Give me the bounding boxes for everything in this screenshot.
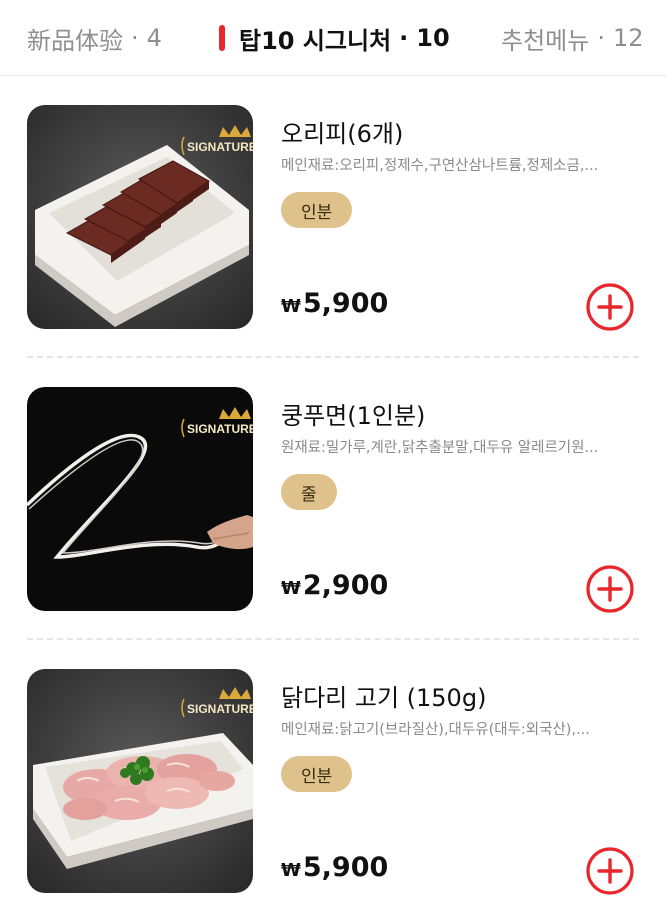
product-ingredients: 메인재료:닭고기(브라질산),대두유(대두:외국산),... xyxy=(281,722,590,738)
product-name: 쿵푸면(1인분) xyxy=(281,402,426,430)
product-price: ₩5,900 xyxy=(281,288,388,319)
currency-symbol: ₩ xyxy=(281,296,301,317)
product-image[interactable]: SIGNATURE xyxy=(27,387,253,611)
add-to-cart-button[interactable] xyxy=(585,846,635,896)
add-to-cart-button[interactable] xyxy=(585,282,635,332)
tab-label: 추천메뉴 xyxy=(501,26,590,55)
product-ingredients: 메인재료:오리피,정제수,구연산삼나트륨,정제소금,... xyxy=(281,158,599,174)
badge-text: SIGNATURE xyxy=(187,702,253,716)
product-name: 오리피(6개) xyxy=(281,120,404,148)
unit-pill: 인분 xyxy=(281,192,353,228)
unit-pill: 인분 xyxy=(281,756,353,792)
badge-text: SIGNATURE xyxy=(187,422,253,436)
currency-symbol: ₩ xyxy=(281,860,301,881)
tab-count: 10 xyxy=(416,24,450,52)
tab-separator: · xyxy=(597,24,605,52)
tab-top10-signature[interactable]: 탑10 시그니처 · 10 xyxy=(219,20,450,56)
product-image[interactable]: SIGNATURE xyxy=(27,105,253,329)
tab-count: 12 xyxy=(612,24,644,52)
product-price: ₩5,900 xyxy=(281,852,388,883)
unit-pill: 줄 xyxy=(281,474,337,510)
tab-recommended[interactable]: 추천메뉴 · 12 xyxy=(501,20,644,56)
active-tab-indicator xyxy=(219,25,225,51)
tab-count: 4 xyxy=(146,24,162,52)
tab-separator: · xyxy=(131,24,139,52)
product-price: ₩2,900 xyxy=(281,570,388,601)
menu-item[interactable]: SIGNATURE 쿵푸면(1인분) 원재료:밀가루,계란,닭추출분말,대두유 … xyxy=(0,358,666,640)
product-image[interactable]: SIGNATURE xyxy=(27,669,253,893)
tab-separator: · xyxy=(399,24,409,52)
price-value: 2,900 xyxy=(302,570,389,601)
tab-new-products[interactable]: 新品体验 · 4 xyxy=(27,20,162,56)
badge-text: SIGNATURE xyxy=(187,140,253,154)
price-value: 5,900 xyxy=(302,288,389,319)
tab-label: 新品体验 xyxy=(27,26,123,55)
add-to-cart-button[interactable] xyxy=(585,564,635,614)
tab-label: 탑10 시그니처 xyxy=(239,26,392,55)
plus-circle-icon xyxy=(586,283,634,331)
category-tab-bar: 新品体验 · 4 탑10 시그니처 · 10 추천메뉴 · 12 xyxy=(0,0,666,76)
price-value: 5,900 xyxy=(302,852,389,883)
product-ingredients: 원재료:밀가루,계란,닭추출분말,대두유 알레르기원... xyxy=(281,440,599,456)
plus-circle-icon xyxy=(586,565,634,613)
plus-circle-icon xyxy=(586,847,634,895)
menu-item[interactable]: SIGNATURE 닭다리 고기 (150g) 메인재료:닭고기(브라질산),대… xyxy=(0,640,666,910)
product-name: 닭다리 고기 (150g) xyxy=(281,684,487,712)
menu-item[interactable]: SIGNATURE 오리피(6개) 메인재료:오리피,정제수,구연산삼나트륨,정… xyxy=(0,76,666,358)
currency-symbol: ₩ xyxy=(281,578,301,599)
